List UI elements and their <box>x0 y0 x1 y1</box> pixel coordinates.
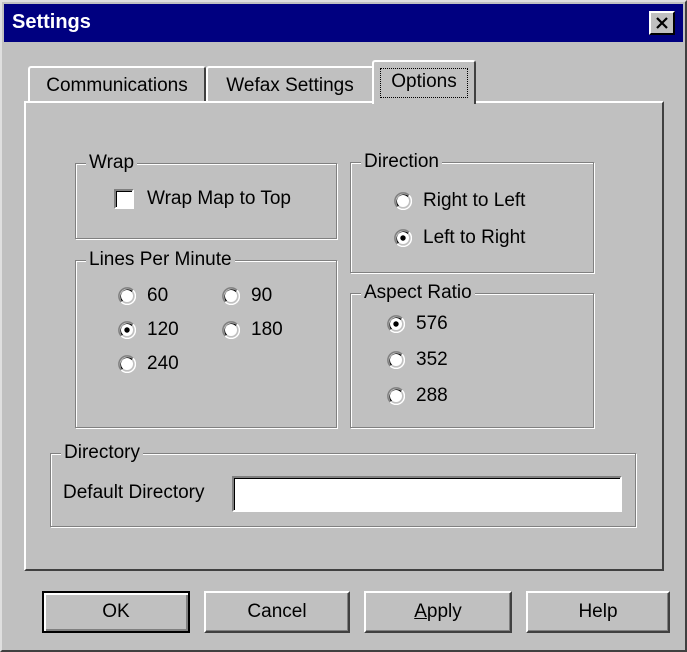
window-title: Settings <box>12 11 91 33</box>
aspect-ratio-group: Aspect Ratio 576 352 288 <box>350 282 594 428</box>
radio-ar-352[interactable]: 352 <box>387 350 448 370</box>
help-button-label: Help <box>578 601 618 622</box>
radio-ar-576[interactable]: 576 <box>387 314 448 334</box>
checkbox-icon[interactable] <box>114 189 134 209</box>
wrap-legend: Wrap <box>86 152 138 174</box>
radio-lpm-120[interactable]: 120 <box>118 320 179 340</box>
options-panel: Wrap Wrap Map to Top Direction Right to … <box>24 101 664 571</box>
tab-communications[interactable]: Communications <box>28 66 206 102</box>
radio-ar-288[interactable]: 288 <box>387 386 448 406</box>
tab-options[interactable]: Options <box>372 60 476 104</box>
aspect-ratio-legend: Aspect Ratio <box>361 282 475 304</box>
apply-button[interactable]: Apply <box>364 591 512 633</box>
radio-lpm-180[interactable]: 180 <box>222 320 283 340</box>
radio-left-to-right[interactable]: Left to Right <box>394 228 525 248</box>
cancel-button-label: Cancel <box>247 601 307 622</box>
radio-left-to-right-label: Left to Right <box>423 227 526 248</box>
radio-icon[interactable] <box>118 287 137 306</box>
apply-mnemonic: A <box>414 601 427 622</box>
radio-icon[interactable] <box>394 192 413 211</box>
radio-right-to-left[interactable]: Right to Left <box>394 191 525 211</box>
radio-icon[interactable] <box>387 315 406 334</box>
tab-wefax-settings[interactable]: Wefax Settings <box>206 66 374 102</box>
title-bar: Settings <box>4 4 683 42</box>
radio-lpm-60-label: 60 <box>147 285 169 306</box>
close-icon <box>656 17 668 29</box>
default-directory-label: Default Directory <box>63 482 205 503</box>
default-directory-input[interactable] <box>232 476 622 512</box>
wrap-map-checkbox[interactable]: Wrap Map to Top <box>114 188 291 210</box>
tab-wefax-settings-label: Wefax Settings <box>226 75 354 96</box>
directory-legend: Directory <box>61 442 144 464</box>
wrap-map-label: Wrap Map to Top <box>147 188 291 209</box>
radio-lpm-180-label: 180 <box>251 319 283 340</box>
lines-per-minute-legend: Lines Per Minute <box>86 249 235 271</box>
apply-button-label: Apply <box>414 601 462 622</box>
radio-icon[interactable] <box>387 351 406 370</box>
radio-icon[interactable] <box>394 229 413 248</box>
radio-icon[interactable] <box>222 287 241 306</box>
radio-lpm-240[interactable]: 240 <box>118 354 179 374</box>
ok-button[interactable]: OK <box>42 591 190 633</box>
tab-communications-label: Communications <box>46 75 188 96</box>
radio-lpm-60[interactable]: 60 <box>118 286 168 306</box>
help-button[interactable]: Help <box>526 591 670 633</box>
ok-button-label: OK <box>102 601 130 622</box>
direction-legend: Direction <box>361 151 442 173</box>
apply-rest: pply <box>426 601 462 622</box>
radio-lpm-120-label: 120 <box>147 319 179 340</box>
radio-lpm-90-label: 90 <box>251 285 273 306</box>
radio-ar-576-label: 576 <box>416 313 448 334</box>
radio-lpm-90[interactable]: 90 <box>222 286 272 306</box>
direction-group: Direction Right to Left Left to Right <box>350 151 594 273</box>
lines-per-minute-group: Lines Per Minute 60 90 120 180 240 <box>75 249 337 428</box>
radio-ar-352-label: 352 <box>416 349 448 370</box>
tab-options-label: Options <box>391 71 457 92</box>
directory-group: Directory Default Directory <box>50 442 636 527</box>
radio-icon[interactable] <box>118 321 137 340</box>
close-button[interactable] <box>649 11 675 35</box>
radio-icon[interactable] <box>118 355 137 374</box>
radio-icon[interactable] <box>222 321 241 340</box>
radio-lpm-240-label: 240 <box>147 353 179 374</box>
radio-ar-288-label: 288 <box>416 385 448 406</box>
radio-right-to-left-label: Right to Left <box>423 190 526 211</box>
wrap-group: Wrap Wrap Map to Top <box>75 152 337 239</box>
radio-icon[interactable] <box>387 387 406 406</box>
cancel-button[interactable]: Cancel <box>204 591 350 633</box>
